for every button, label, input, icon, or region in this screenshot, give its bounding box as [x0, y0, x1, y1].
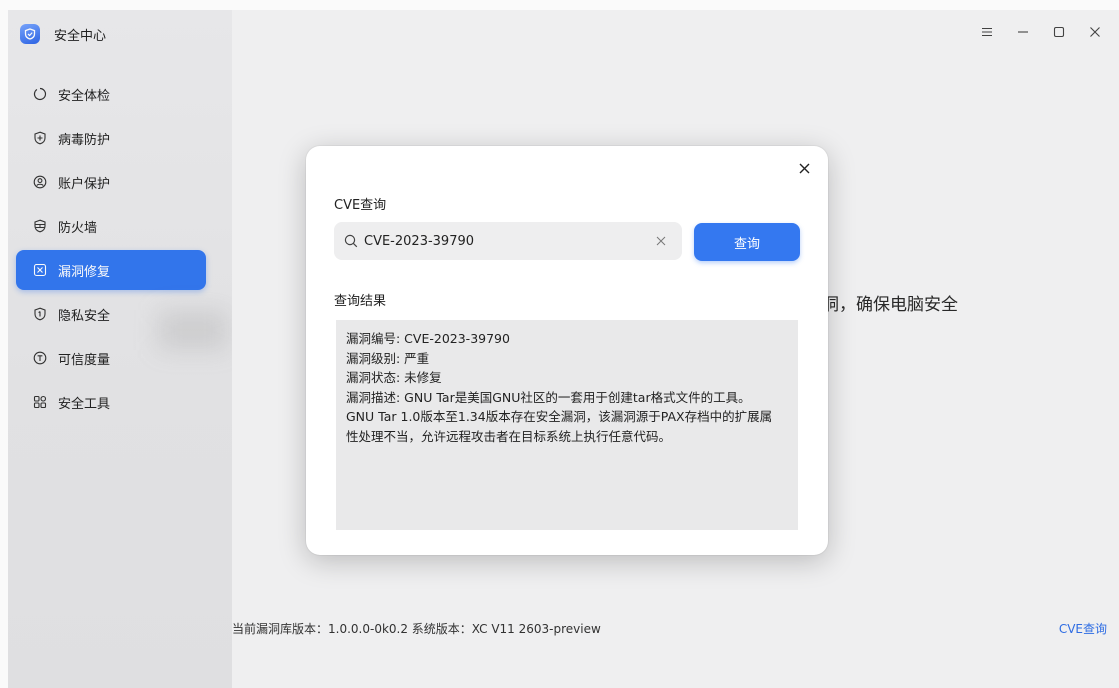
search-icon: [342, 232, 360, 250]
cve-search-field[interactable]: [334, 222, 682, 260]
cve-search-input[interactable]: [364, 226, 644, 256]
result-panel: 漏洞编号: CVE-2023-39790 漏洞级别: 严重 漏洞状态: 未修复 …: [336, 320, 798, 530]
dialog-close-button[interactable]: [794, 158, 814, 178]
query-button[interactable]: 查询: [694, 223, 800, 261]
dialog-title: CVE查询: [334, 198, 387, 213]
result-description: 漏洞描述: GNU Tar是美国GNU社区的一套用于创建tar格式文件的工具。 …: [346, 389, 773, 444]
result-id: 漏洞编号: CVE-2023-39790: [346, 331, 510, 346]
clear-icon[interactable]: [652, 232, 670, 250]
result-status: 漏洞状态: 未修复: [346, 370, 442, 385]
result-label: 查询结果: [334, 294, 387, 309]
cve-query-dialog: CVE查询 查询 查询结果 漏洞编号: CVE-2023-39790 漏洞级别:…: [306, 146, 828, 555]
result-level: 漏洞级别: 严重: [346, 350, 430, 366]
close-icon: [799, 163, 809, 173]
